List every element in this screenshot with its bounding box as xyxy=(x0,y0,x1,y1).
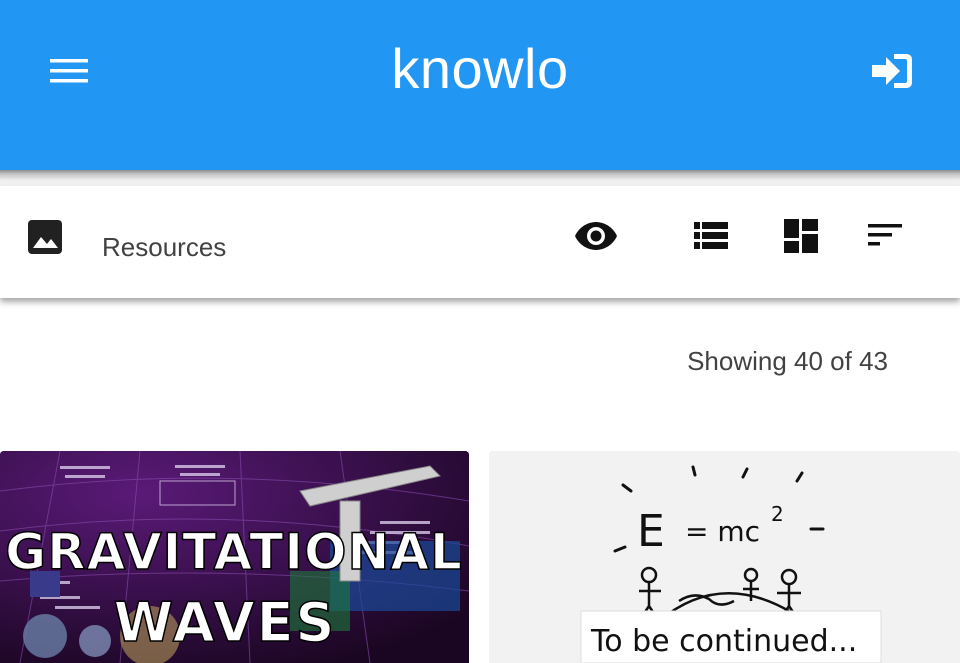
divider xyxy=(0,170,960,186)
list-view-icon xyxy=(694,221,728,255)
app-title: knowlo xyxy=(391,37,569,100)
svg-text:GRAVITATIONAL: GRAVITATIONAL xyxy=(5,523,463,581)
svg-text:E: E xyxy=(637,506,665,557)
card-thumbnail: E = mc 2 To be continued... xyxy=(489,451,960,663)
image-icon xyxy=(26,218,64,256)
section-title: Resources xyxy=(102,232,227,262)
list-view-button[interactable] xyxy=(684,212,738,264)
dashboard-view-icon xyxy=(784,218,818,258)
resource-card[interactable]: E = mc 2 To be continued... xyxy=(489,451,960,663)
visibility-button[interactable] xyxy=(569,212,623,264)
card-thumbnail: GRAVITATIONAL WAVES xyxy=(0,451,469,663)
svg-text:2: 2 xyxy=(771,502,784,526)
app-bar: knowlo xyxy=(0,0,960,170)
sort-icon xyxy=(868,223,902,253)
resources-toolbar: Resources xyxy=(0,186,960,298)
resource-card[interactable]: GRAVITATIONAL WAVES xyxy=(0,451,469,663)
svg-text:= mc: = mc xyxy=(685,515,760,548)
login-button[interactable] xyxy=(862,44,922,102)
login-icon xyxy=(870,52,914,95)
svg-text:To be continued...: To be continued... xyxy=(590,624,857,659)
sort-button[interactable] xyxy=(858,212,912,264)
eye-icon xyxy=(574,221,618,256)
dashboard-view-button[interactable] xyxy=(774,212,828,264)
results-count: Showing 40 of 43 xyxy=(687,346,888,376)
svg-text:WAVES: WAVES xyxy=(114,591,337,654)
